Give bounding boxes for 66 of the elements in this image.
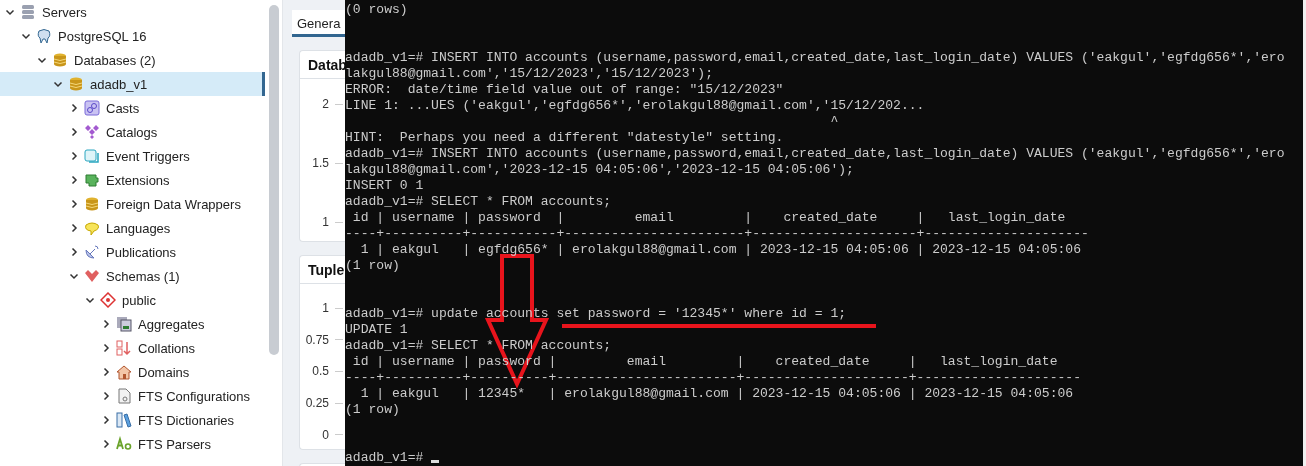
terminal-line: adadb_v1=# INSERT INTO accounts (username,password,email,created_date,last_login_date) VALUES ('eakgul','egfdg656*','ero [345,50,1285,65]
database-icon [84,196,100,212]
axis-tick-label: 0.25 [305,396,329,411]
tree-item[interactable]: PostgreSQL 16 [0,24,265,48]
tree-item[interactable]: Schemas (1) [0,264,265,288]
terminal-line: UPDATE 1 [345,322,408,337]
extension-icon [84,172,100,188]
tree-item[interactable]: Foreign Data Wrappers [0,192,265,216]
tree-item[interactable]: Event Triggers [0,144,265,168]
scrollbar-thumb[interactable] [268,5,279,355]
tree-item[interactable]: public [0,288,265,312]
tree-item[interactable]: Servers [0,0,265,24]
terminal-line: (1 row) [345,258,400,273]
tree-item[interactable]: FTS Parsers [0,432,265,456]
axis-tick-label: 1 [322,301,329,315]
terminal-line: ERROR: date/time field value out of range: "15/12/2023" [345,82,784,97]
terminal-line: LINE 1: ...UES ('eakgul','egfdg656*','erolakgul88@gmail.com','15/12/202... [345,98,925,113]
speech-bubble-icon [84,220,100,236]
database-icon [52,52,68,68]
tree-item[interactable]: FTS Dictionaries [0,408,265,432]
terminal-line: adadb_v1=# SELECT * FROM accounts; [345,194,612,209]
terminal-line: 1 | eakgul | egfdg656* | erolakgul88@gmail.com | 2023-12-15 04:05:06 | 2023-12-15 04:05:06 [359,242,1081,257]
terminal-line: HINT: Perhaps you need a different "datestyle" setting. [345,130,784,145]
server-stack-icon [20,4,36,20]
sort-icon [116,340,132,356]
tree-item[interactable]: Aggregates [0,312,265,336]
terminal-line: INSERT 0 1 [345,178,424,193]
catalog-icon [84,124,100,140]
terminal-line: id | username | password | email | created_date | last_login_date [351,210,1066,225]
terminal-line: lakgul88@gmail.com','2023-12-15 04:05:06','2023-12-15 04:05:06'); [345,162,854,177]
terminal-line: 1 | eakgul | 12345* | erolakgul88@gmail.com | 2023-12-15 04:05:06 | 2023-12-15 04:05:06 [359,386,1074,401]
tree-item[interactable]: Domains [0,360,265,384]
terminal-line: lakgul88@gmail.com','15/12/2023','15/12/2023'); [345,66,713,81]
satellite-dish-icon [84,244,100,260]
terminal-line: ----+----------+-----------+-----------------------+---------------------+--------------------- [345,226,1089,241]
tree-item[interactable]: Casts [0,96,265,120]
tree-item[interactable]: Publications [0,240,265,264]
axis-tick-label: 0.5 [312,364,329,379]
tree-item[interactable]: Databases (2) [0,48,265,72]
letters-icon [116,436,132,452]
books-icon [116,412,132,428]
axis-tick-label: 2 [322,97,329,111]
document-icon [116,388,132,404]
house-icon [116,364,132,380]
terminal-line: ^ [829,114,839,129]
tree-item[interactable]: Collations [0,336,265,360]
trigger-icon [84,148,100,164]
axis-tick-label: 1.5 [312,156,329,170]
general-tab[interactable]: Genera [292,10,345,37]
terminal-line: adadb_v1=# INSERT INTO accounts (username,password,email,created_date,last_login_date) VALUES ('eakgul','egfdg656*','ero [345,146,1285,161]
axis-tick-label: 0.75 [305,332,329,347]
cast-icon [84,100,100,116]
terminal-line: adadb_v1=# [345,450,424,465]
tree-item[interactable]: Catalogs [0,120,265,144]
axis-tick-label: 1 [322,215,329,229]
tree-item[interactable]: Extensions [0,168,265,192]
database-icon [68,76,84,92]
terminal-line: adadb_v1=# SELECT * FROM accounts; [345,338,612,353]
tree-item[interactable]: FTS Configurations [0,384,265,408]
terminal-line: (0 rows) [345,2,408,17]
axis-tick-label: 0 [322,427,329,442]
tree-item[interactable]: adadb_v1 [0,72,265,96]
tree-item[interactable]: Languages [0,216,265,240]
terminal-line: (1 row) [345,402,400,417]
calculator-icon [116,316,132,332]
diamond-icon [100,292,116,308]
